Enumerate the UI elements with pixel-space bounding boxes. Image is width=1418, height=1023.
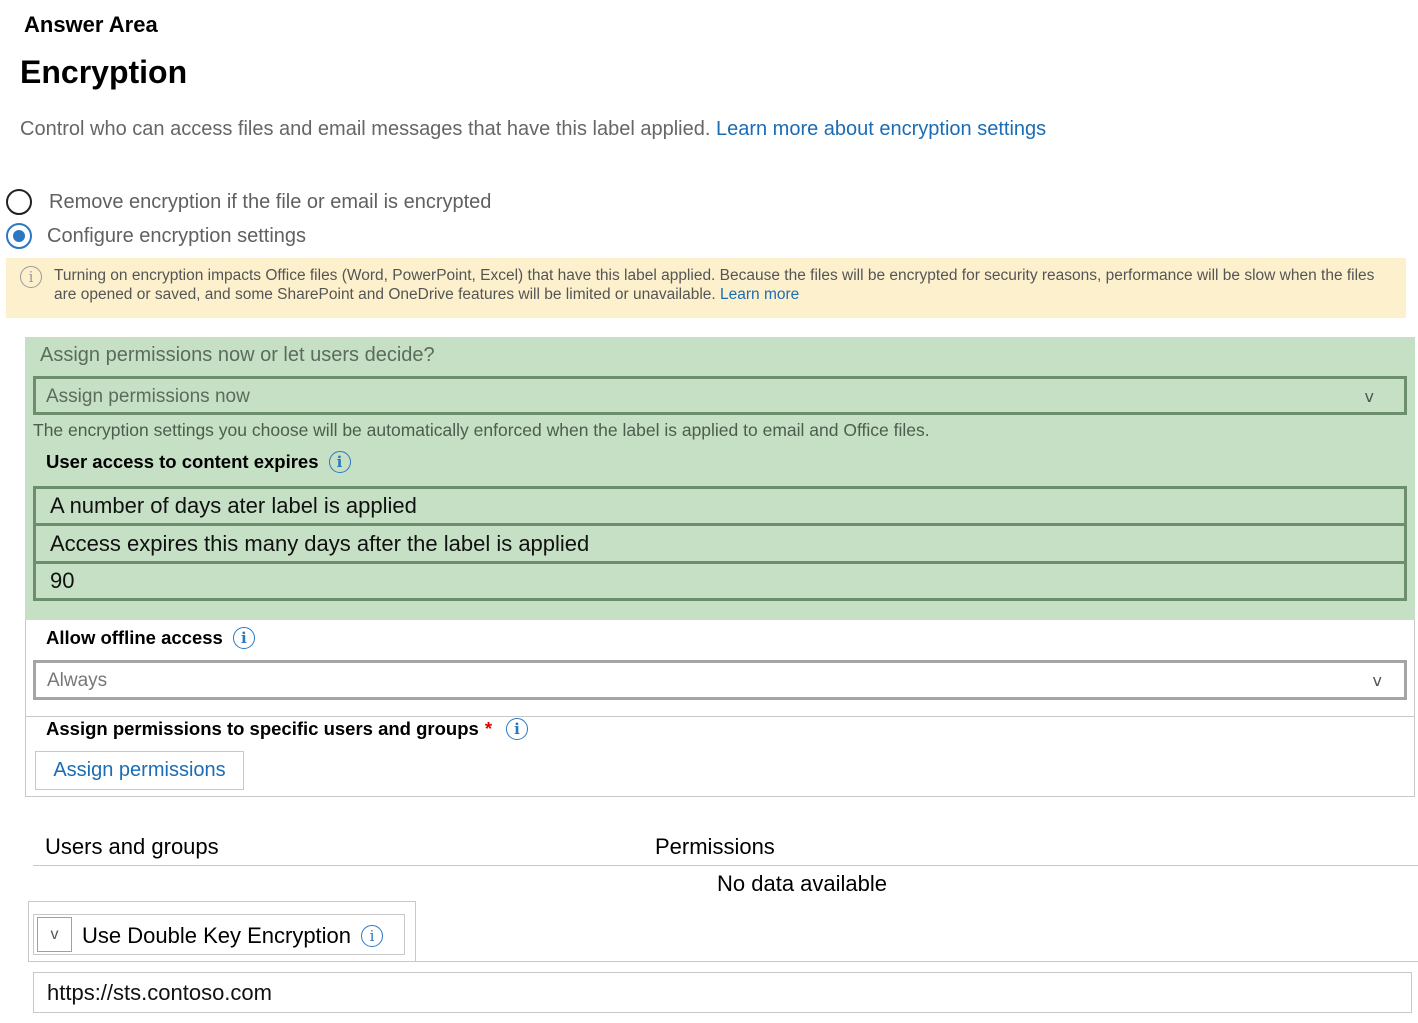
- answer-area-heading: Answer Area: [24, 12, 158, 37]
- offline-label-row: Allow offline access i: [46, 627, 255, 649]
- radio-button[interactable]: [6, 189, 32, 215]
- assign-users-label-row: Assign permissions to specific users and…: [46, 718, 529, 740]
- dke-divider: [415, 961, 1418, 962]
- warning-learn-more-link[interactable]: Learn more: [720, 286, 799, 303]
- offline-dropdown[interactable]: Always v: [33, 660, 1407, 700]
- radio-label: Remove encryption if the file or email i…: [49, 190, 492, 213]
- offline-value: Always: [47, 670, 108, 691]
- empty-table-message: No data available: [717, 871, 888, 896]
- radio-remove-encryption[interactable]: Remove encryption if the file or email i…: [6, 189, 491, 215]
- warning-banner: i Turning on encryption impacts Office f…: [6, 258, 1406, 318]
- offline-label: Allow offline access: [46, 627, 223, 648]
- info-icon[interactable]: i: [328, 451, 351, 473]
- intro-text: Control who can access files and email m…: [20, 118, 1046, 141]
- dke-url-input[interactable]: https://sts.contoso.com: [33, 972, 1412, 1013]
- required-marker: *: [484, 718, 493, 739]
- info-icon: i: [20, 266, 42, 288]
- enforce-note: The encryption settings you choose will …: [33, 420, 930, 440]
- column-header-permissions: Permissions: [655, 834, 775, 859]
- radio-label: Configure encryption settings: [47, 224, 307, 247]
- expiry-days-input[interactable]: 90: [33, 561, 1407, 601]
- chevron-down-icon: v: [1372, 671, 1382, 690]
- warning-text: Turning on encryption impacts Office fil…: [54, 267, 1375, 303]
- chevron-down-icon: v: [1364, 387, 1374, 406]
- expiry-label-row: User access to content expires i: [46, 451, 351, 473]
- dke-label: Use Double Key Encryption: [82, 923, 352, 948]
- section-divider: [25, 716, 1415, 717]
- learn-more-encryption-link[interactable]: Learn more about encryption settings: [716, 118, 1046, 140]
- assign-users-label: Assign permissions to specific users and…: [46, 718, 479, 739]
- expiry-days-value: 90: [50, 568, 75, 593]
- assign-mode-dropdown[interactable]: Assign permissions now v: [33, 376, 1407, 415]
- assign-mode-label: Assign permissions now or let users deci…: [40, 344, 435, 366]
- expiry-value: A number of days ater label is applied: [50, 493, 417, 518]
- expiry-days-label-row: Access expires this many days after the …: [33, 523, 1407, 564]
- dke-label-row: Use Double Key Encryption i: [82, 923, 384, 949]
- assign-mode-value: Assign permissions now: [46, 386, 250, 407]
- table-header-divider: [33, 865, 1418, 866]
- radio-button-selected[interactable]: [6, 223, 32, 249]
- page-title: Encryption: [20, 54, 188, 90]
- expiry-dropdown[interactable]: A number of days ater label is applied: [33, 486, 1407, 526]
- info-icon[interactable]: i: [232, 627, 255, 649]
- intro-description: Control who can access files and email m…: [20, 118, 711, 140]
- expiry-label: User access to content expires: [46, 451, 319, 472]
- chevron-down-icon: v: [50, 925, 59, 943]
- column-header-users: Users and groups: [45, 834, 219, 859]
- assign-permissions-button[interactable]: Assign permissions: [35, 751, 244, 790]
- dke-toggle[interactable]: v: [37, 917, 72, 952]
- radio-dot: [13, 230, 25, 242]
- info-icon[interactable]: i: [361, 925, 384, 947]
- info-icon[interactable]: i: [506, 718, 529, 740]
- expiry-days-label: Access expires this many days after the …: [50, 530, 590, 556]
- radio-configure-encryption[interactable]: Configure encryption settings: [6, 223, 306, 249]
